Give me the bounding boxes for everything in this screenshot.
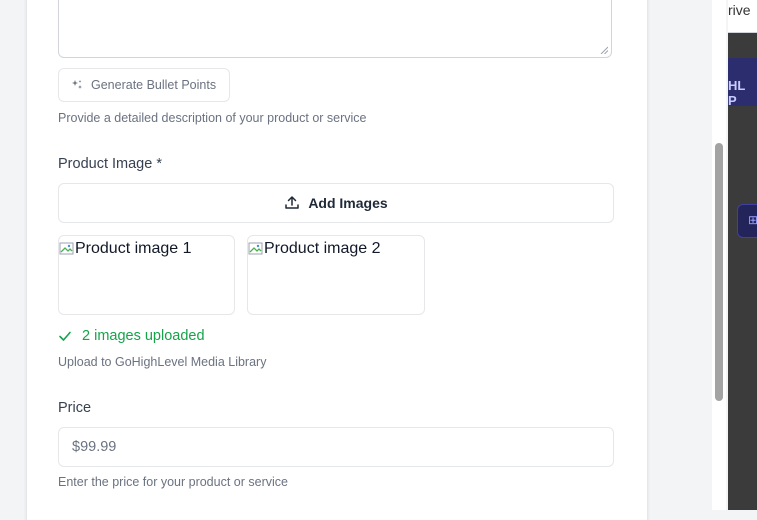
sparkle-icon (72, 80, 82, 89)
upload-icon (285, 196, 300, 209)
description-helper-text: Provide a detailed description of your p… (58, 111, 367, 125)
price-helper-text: Enter the price for your product or serv… (58, 475, 288, 489)
product-image-thumbnail-1[interactable]: Product image 1 (58, 235, 235, 315)
add-images-button[interactable]: Add Images (58, 183, 614, 223)
resize-grip-icon[interactable] (600, 46, 608, 54)
generate-bullet-points-button[interactable]: Generate Bullet Points (58, 68, 230, 102)
description-textarea[interactable] (58, 0, 612, 58)
generate-bullet-points-label: Generate Bullet Points (91, 78, 217, 92)
upload-status: 2 images uploaded (58, 328, 205, 344)
background-app-header: rive (728, 0, 757, 33)
check-icon (59, 331, 71, 341)
background-app-chip-icon: ⊞ (748, 213, 757, 227)
background-app-banner-text: HL P (728, 78, 746, 106)
product-image-1-alt: Product image 1 (75, 240, 192, 257)
price-input[interactable]: $99.99 (58, 427, 614, 467)
product-image-thumbnail-2[interactable]: Product image 2 (247, 235, 425, 315)
scrollbar-thumb[interactable] (715, 143, 723, 401)
broken-image-icon (248, 242, 263, 255)
background-app-banner: HL P (728, 58, 757, 106)
media-library-helper-text: Upload to GoHighLevel Media Library (58, 355, 267, 369)
price-label: Price (58, 400, 92, 416)
price-placeholder: $99.99 (72, 439, 117, 455)
product-image-label: Product Image * (58, 156, 162, 172)
product-image-2-alt: Product image 2 (264, 240, 381, 257)
background-app-chip: ⊞ (737, 204, 757, 238)
background-app-header-text: rive (728, 2, 751, 18)
upload-status-text: 2 images uploaded (82, 328, 205, 344)
add-images-label: Add Images (308, 195, 388, 211)
broken-image-icon (59, 242, 74, 255)
